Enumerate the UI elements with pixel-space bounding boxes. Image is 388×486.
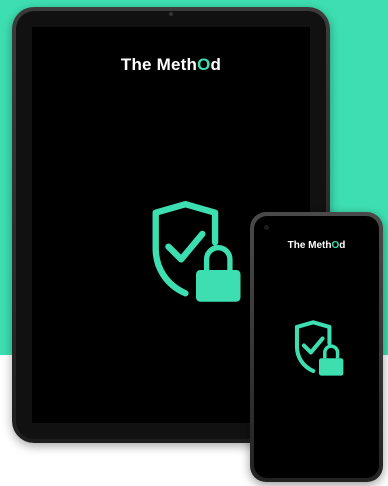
- brand-text-pre: The Meth: [120, 55, 198, 74]
- brand-logo-small: The MethOd: [254, 240, 379, 251]
- shield-check-lock-icon: [294, 320, 344, 376]
- brand-text-post: d: [339, 240, 346, 251]
- shield-check-lock-icon: [152, 201, 241, 302]
- phone-device: The MethOd: [250, 212, 383, 482]
- brand-logo: The MethOd: [32, 55, 310, 75]
- phone-screen: The MethOd: [254, 216, 379, 478]
- brand-text-o: O: [197, 55, 211, 74]
- brand-text-post: d: [210, 55, 222, 74]
- tablet-camera: [169, 12, 173, 16]
- brand-text-pre: The Meth: [287, 240, 332, 251]
- phone-camera: [264, 225, 269, 230]
